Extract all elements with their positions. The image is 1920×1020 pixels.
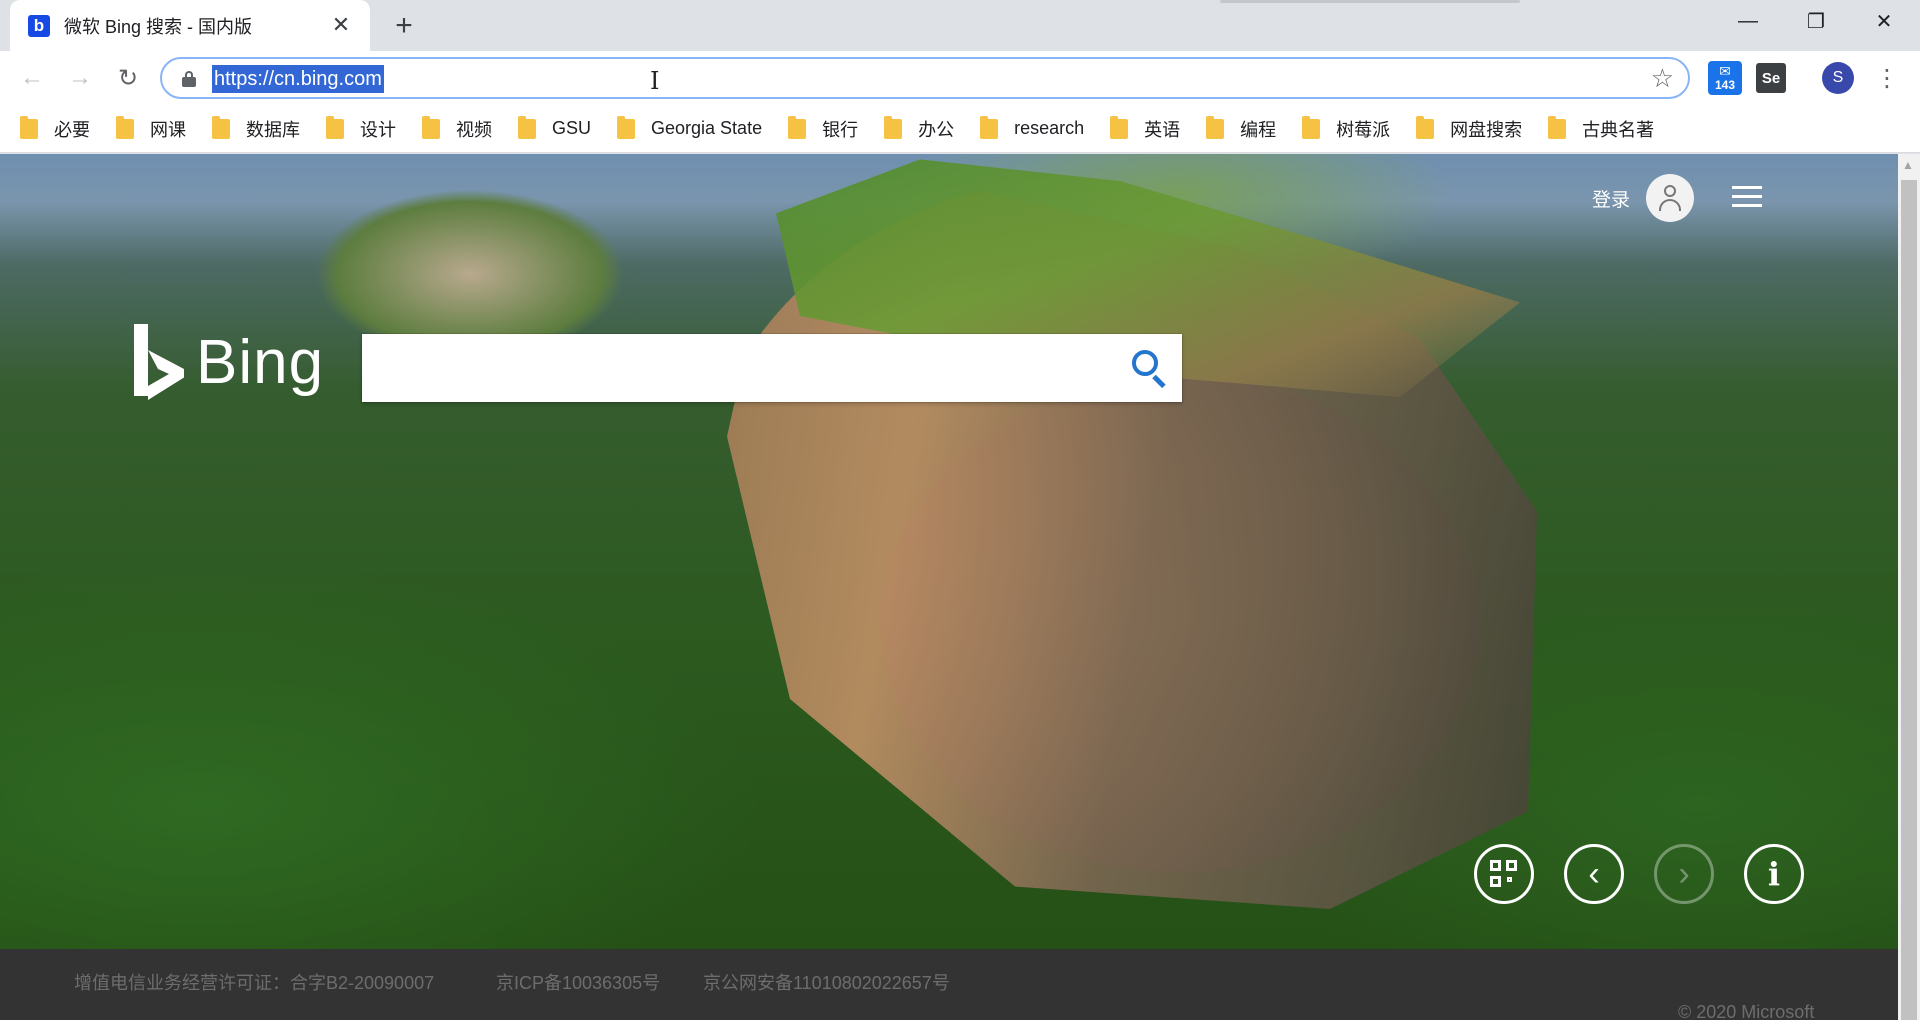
bookmark-folder[interactable]: 办公 bbox=[884, 115, 955, 142]
folder-icon bbox=[212, 115, 230, 139]
bookmark-label: GSU bbox=[552, 118, 592, 138]
qr-code-icon bbox=[1490, 860, 1518, 888]
tab-bing[interactable]: b 微软 Bing 搜索 - 国内版 ✕ bbox=[10, 0, 370, 51]
folder-icon bbox=[518, 115, 536, 139]
tab-strip-scroll-indicator bbox=[1220, 0, 1520, 3]
bing-favicon-icon: b bbox=[28, 14, 50, 37]
browser-toolbar: ← → ↻ https://cn.bing.com I ☆ ✉ 143 Se S… bbox=[0, 51, 1920, 105]
footer: 增值电信业务经营许可证：合字B2-20090007 京ICP备10036305号… bbox=[0, 949, 1898, 1020]
folder-icon bbox=[422, 115, 440, 139]
bookmark-folder[interactable]: research bbox=[980, 115, 1085, 139]
bookmark-label: 英语 bbox=[1144, 119, 1181, 140]
bing-homepage: 登录 Bing ‹ › i 增值电信业务经营许可证：合字B2-20090007 … bbox=[0, 154, 1898, 1020]
bookmark-folder[interactable]: 古典名著 bbox=[1548, 115, 1655, 142]
profile-avatar-button[interactable]: S bbox=[1822, 62, 1854, 94]
bookmark-label: 古典名著 bbox=[1582, 119, 1655, 140]
bookmark-star-icon[interactable]: ☆ bbox=[1651, 63, 1674, 94]
bookmark-folder[interactable]: GSU bbox=[518, 115, 592, 139]
folder-icon bbox=[116, 115, 134, 139]
previous-image-button[interactable]: ‹ bbox=[1564, 844, 1624, 904]
bookmark-folder[interactable]: 必要 bbox=[20, 115, 90, 142]
bookmark-folder[interactable]: 树莓派 bbox=[1302, 115, 1391, 142]
bookmark-label: 数据库 bbox=[246, 119, 300, 140]
bookmark-label: 办公 bbox=[918, 119, 955, 140]
info-button[interactable]: i bbox=[1744, 844, 1804, 904]
signin-label[interactable]: 登录 bbox=[1592, 185, 1630, 212]
bookmark-label: 树莓派 bbox=[1336, 119, 1391, 140]
folder-icon bbox=[788, 115, 807, 139]
signin-area[interactable]: 登录 bbox=[1592, 174, 1695, 222]
tab-strip: b 微软 Bing 搜索 - 国内版 ✕ + — ❐ ✕ bbox=[0, 0, 1920, 51]
mail-badge-count: 143 bbox=[1714, 78, 1736, 92]
folder-icon bbox=[1548, 115, 1567, 139]
bookmark-folder[interactable]: Georgia State bbox=[617, 115, 763, 139]
bookmark-label: 必要 bbox=[54, 119, 90, 140]
close-window-button[interactable]: ✕ bbox=[1850, 0, 1918, 42]
bookmark-folder[interactable]: 网课 bbox=[116, 115, 186, 142]
folder-icon bbox=[1416, 115, 1435, 139]
bookmark-folder[interactable]: 编程 bbox=[1206, 115, 1277, 142]
bookmarks-bar: 必要 网课 数据库 设计 视频 GSU Georgia State 银行 办公 research 英… bbox=[0, 105, 1920, 153]
bookmark-label: 编程 bbox=[1240, 119, 1277, 140]
forward-button[interactable]: → bbox=[64, 62, 96, 94]
folder-icon bbox=[326, 115, 344, 139]
footer-copyright: © 2020 Microsoft bbox=[1678, 1002, 1815, 1020]
back-button[interactable]: ← bbox=[16, 62, 48, 94]
address-bar[interactable]: https://cn.bing.com I ☆ bbox=[160, 57, 1690, 99]
bookmark-folder[interactable]: 视频 bbox=[422, 115, 492, 142]
info-icon: i bbox=[1767, 855, 1781, 893]
bookmark-folder[interactable]: 数据库 bbox=[212, 115, 300, 142]
folder-icon bbox=[617, 115, 636, 139]
bookmark-folder[interactable]: 银行 bbox=[788, 115, 859, 142]
bookmark-label: 网课 bbox=[150, 119, 186, 140]
folder-icon bbox=[1206, 115, 1225, 139]
user-avatar-icon[interactable] bbox=[1646, 174, 1695, 222]
search-input[interactable] bbox=[362, 334, 1182, 402]
selenium-extension-icon[interactable]: Se bbox=[1756, 63, 1786, 93]
bookmark-folder[interactable]: 英语 bbox=[1110, 115, 1181, 142]
bing-logo-mark-icon bbox=[130, 324, 186, 400]
page-scrollbar[interactable]: ▲ bbox=[1898, 154, 1920, 1020]
folder-icon bbox=[1110, 115, 1129, 139]
new-tab-button[interactable]: + bbox=[388, 10, 420, 42]
footer-police-record[interactable]: 京公网安备11010802022657号 bbox=[703, 969, 950, 995]
folder-icon bbox=[980, 115, 999, 139]
bookmark-label: research bbox=[1014, 118, 1085, 138]
bookmark-label: 银行 bbox=[822, 119, 859, 140]
scroll-thumb[interactable] bbox=[1901, 180, 1917, 1020]
folder-icon bbox=[20, 115, 38, 139]
tab-close-button[interactable]: ✕ bbox=[328, 12, 354, 38]
maximize-button[interactable]: ❐ bbox=[1782, 0, 1850, 42]
bookmark-label: 设计 bbox=[360, 119, 396, 140]
bookmark-label: 网盘搜索 bbox=[1450, 119, 1523, 140]
next-image-button[interactable]: › bbox=[1654, 844, 1714, 904]
minimize-button[interactable]: — bbox=[1714, 0, 1782, 42]
footer-icp[interactable]: 京ICP备10036305号 bbox=[496, 969, 660, 995]
hero-background-image bbox=[0, 154, 1898, 949]
browser-menu-icon[interactable]: ⋮ bbox=[1870, 61, 1904, 95]
scroll-up-arrow-icon[interactable]: ▲ bbox=[1902, 158, 1914, 172]
lock-icon[interactable] bbox=[182, 71, 196, 87]
reload-button[interactable]: ↻ bbox=[112, 62, 144, 94]
bookmark-label: 视频 bbox=[456, 119, 492, 140]
search-icon[interactable] bbox=[1128, 348, 1168, 389]
folder-icon bbox=[884, 115, 903, 139]
bing-logo-text: Bing bbox=[196, 327, 325, 397]
qr-code-button[interactable] bbox=[1474, 844, 1534, 904]
bookmark-folder[interactable]: 设计 bbox=[326, 115, 396, 142]
tab-title: 微软 Bing 搜索 - 国内版 bbox=[64, 16, 253, 37]
url-text[interactable]: https://cn.bing.com bbox=[212, 65, 384, 93]
footer-license[interactable]: 增值电信业务经营许可证：合字B2-20090007 bbox=[74, 969, 434, 995]
text-cursor-icon: I bbox=[650, 67, 660, 95]
bookmark-folder[interactable]: 网盘搜索 bbox=[1416, 115, 1523, 142]
bing-logo: Bing bbox=[130, 324, 324, 400]
folder-icon bbox=[1302, 115, 1321, 139]
bookmark-label: Georgia State bbox=[651, 118, 763, 138]
hamburger-icon[interactable] bbox=[1732, 186, 1762, 208]
mail-extension-icon[interactable]: ✉ 143 bbox=[1708, 61, 1742, 95]
